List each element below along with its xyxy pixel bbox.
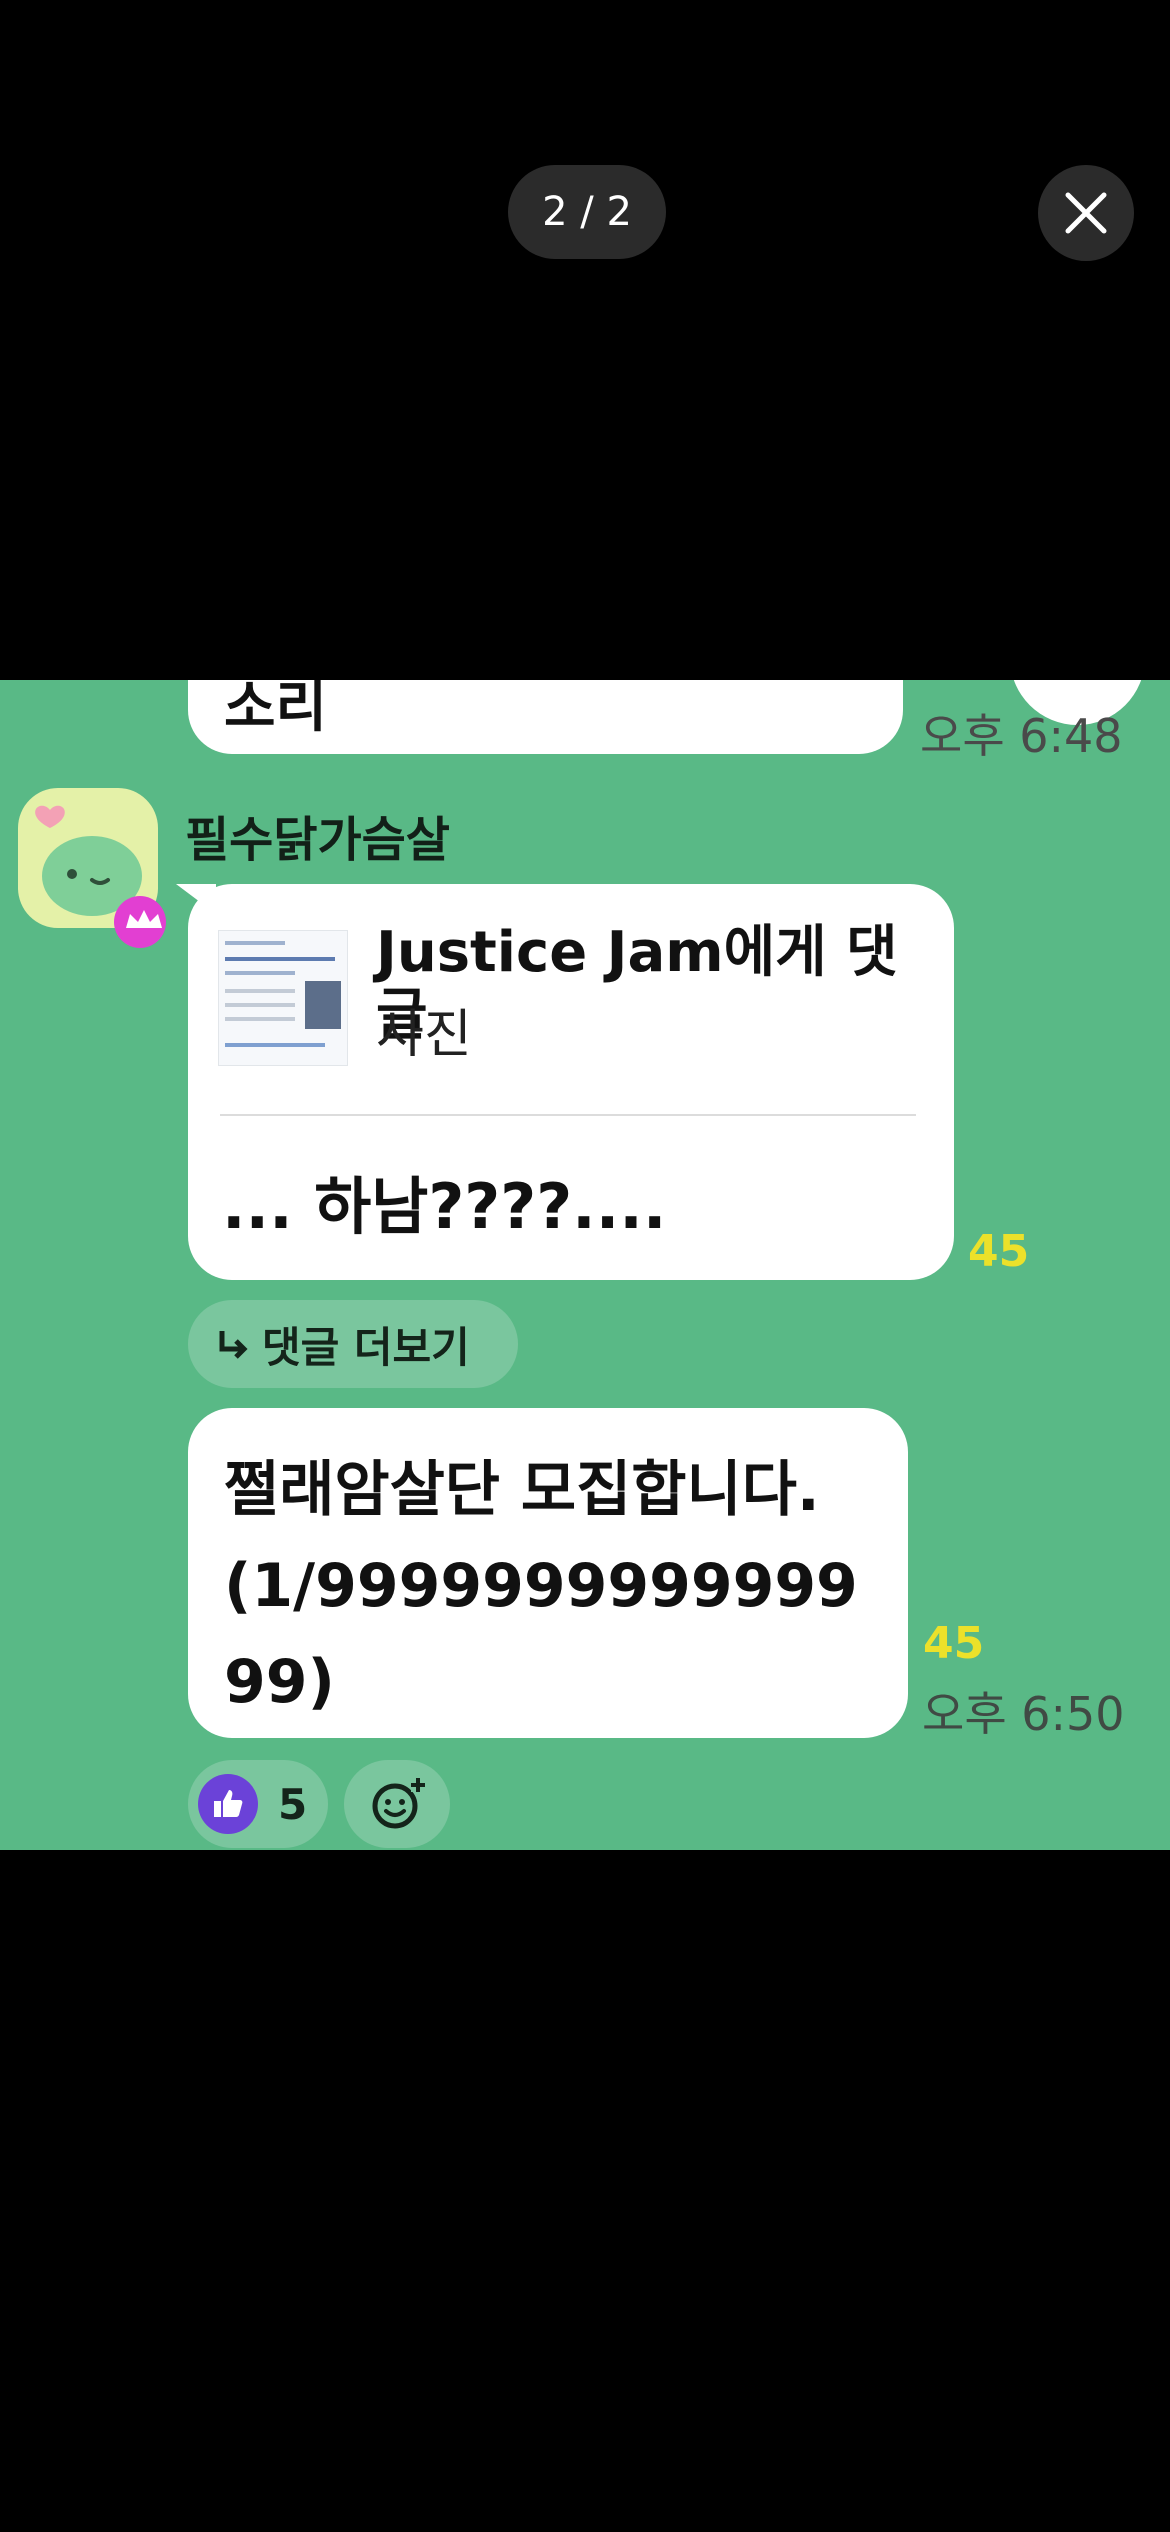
message-time: 오후 6:50 [922, 1687, 1125, 1741]
like-reaction[interactable]: 5 [188, 1760, 328, 1848]
avatar-illustration [35, 805, 166, 948]
chat-screenshot-image: 소리 오후 6:48 필수닭가슴살 Justice Jam에게 댓글 사진 ..… [0, 680, 1170, 1850]
more-comments-button[interactable]: 댓글 더보기 [188, 1300, 518, 1388]
close-icon [1065, 192, 1107, 234]
page-counter: 2 / 2 [508, 165, 666, 259]
avatar [18, 788, 166, 948]
add-reaction-button[interactable] [344, 1760, 450, 1848]
reaction-count: 5 [278, 1779, 308, 1829]
previous-message-bubble: 소리 [188, 680, 903, 754]
previous-message-time: 오후 6:48 [920, 709, 1123, 763]
unread-count: 45 [923, 1618, 985, 1669]
reply-arrow-icon [219, 1331, 248, 1359]
message-text: 쩔래암살단 모집합니다. (1/999999999999999) [224, 1455, 858, 1717]
link-preview-subtitle: 사진 [376, 1005, 472, 1065]
message-bubble[interactable]: 쩔래암살단 모집합니다. (1/999999999999999) [188, 1408, 908, 1738]
more-comments-label: 댓글 더보기 [262, 1322, 470, 1372]
message-text: ... 하남????.... [222, 1170, 667, 1243]
previous-message-text: 소리 [224, 680, 328, 740]
close-button[interactable] [1038, 165, 1134, 261]
sender-name: 필수닭가슴살 [185, 812, 450, 868]
link-thumbnail [218, 930, 348, 1066]
thumbs-up-icon [198, 1774, 258, 1834]
add-emoji-icon [372, 1778, 425, 1829]
divider [220, 1114, 916, 1116]
message-bubble[interactable]: Justice Jam에게 댓글 사진 ... 하남????.... [188, 884, 954, 1280]
unread-count: 45 [968, 1226, 1030, 1277]
